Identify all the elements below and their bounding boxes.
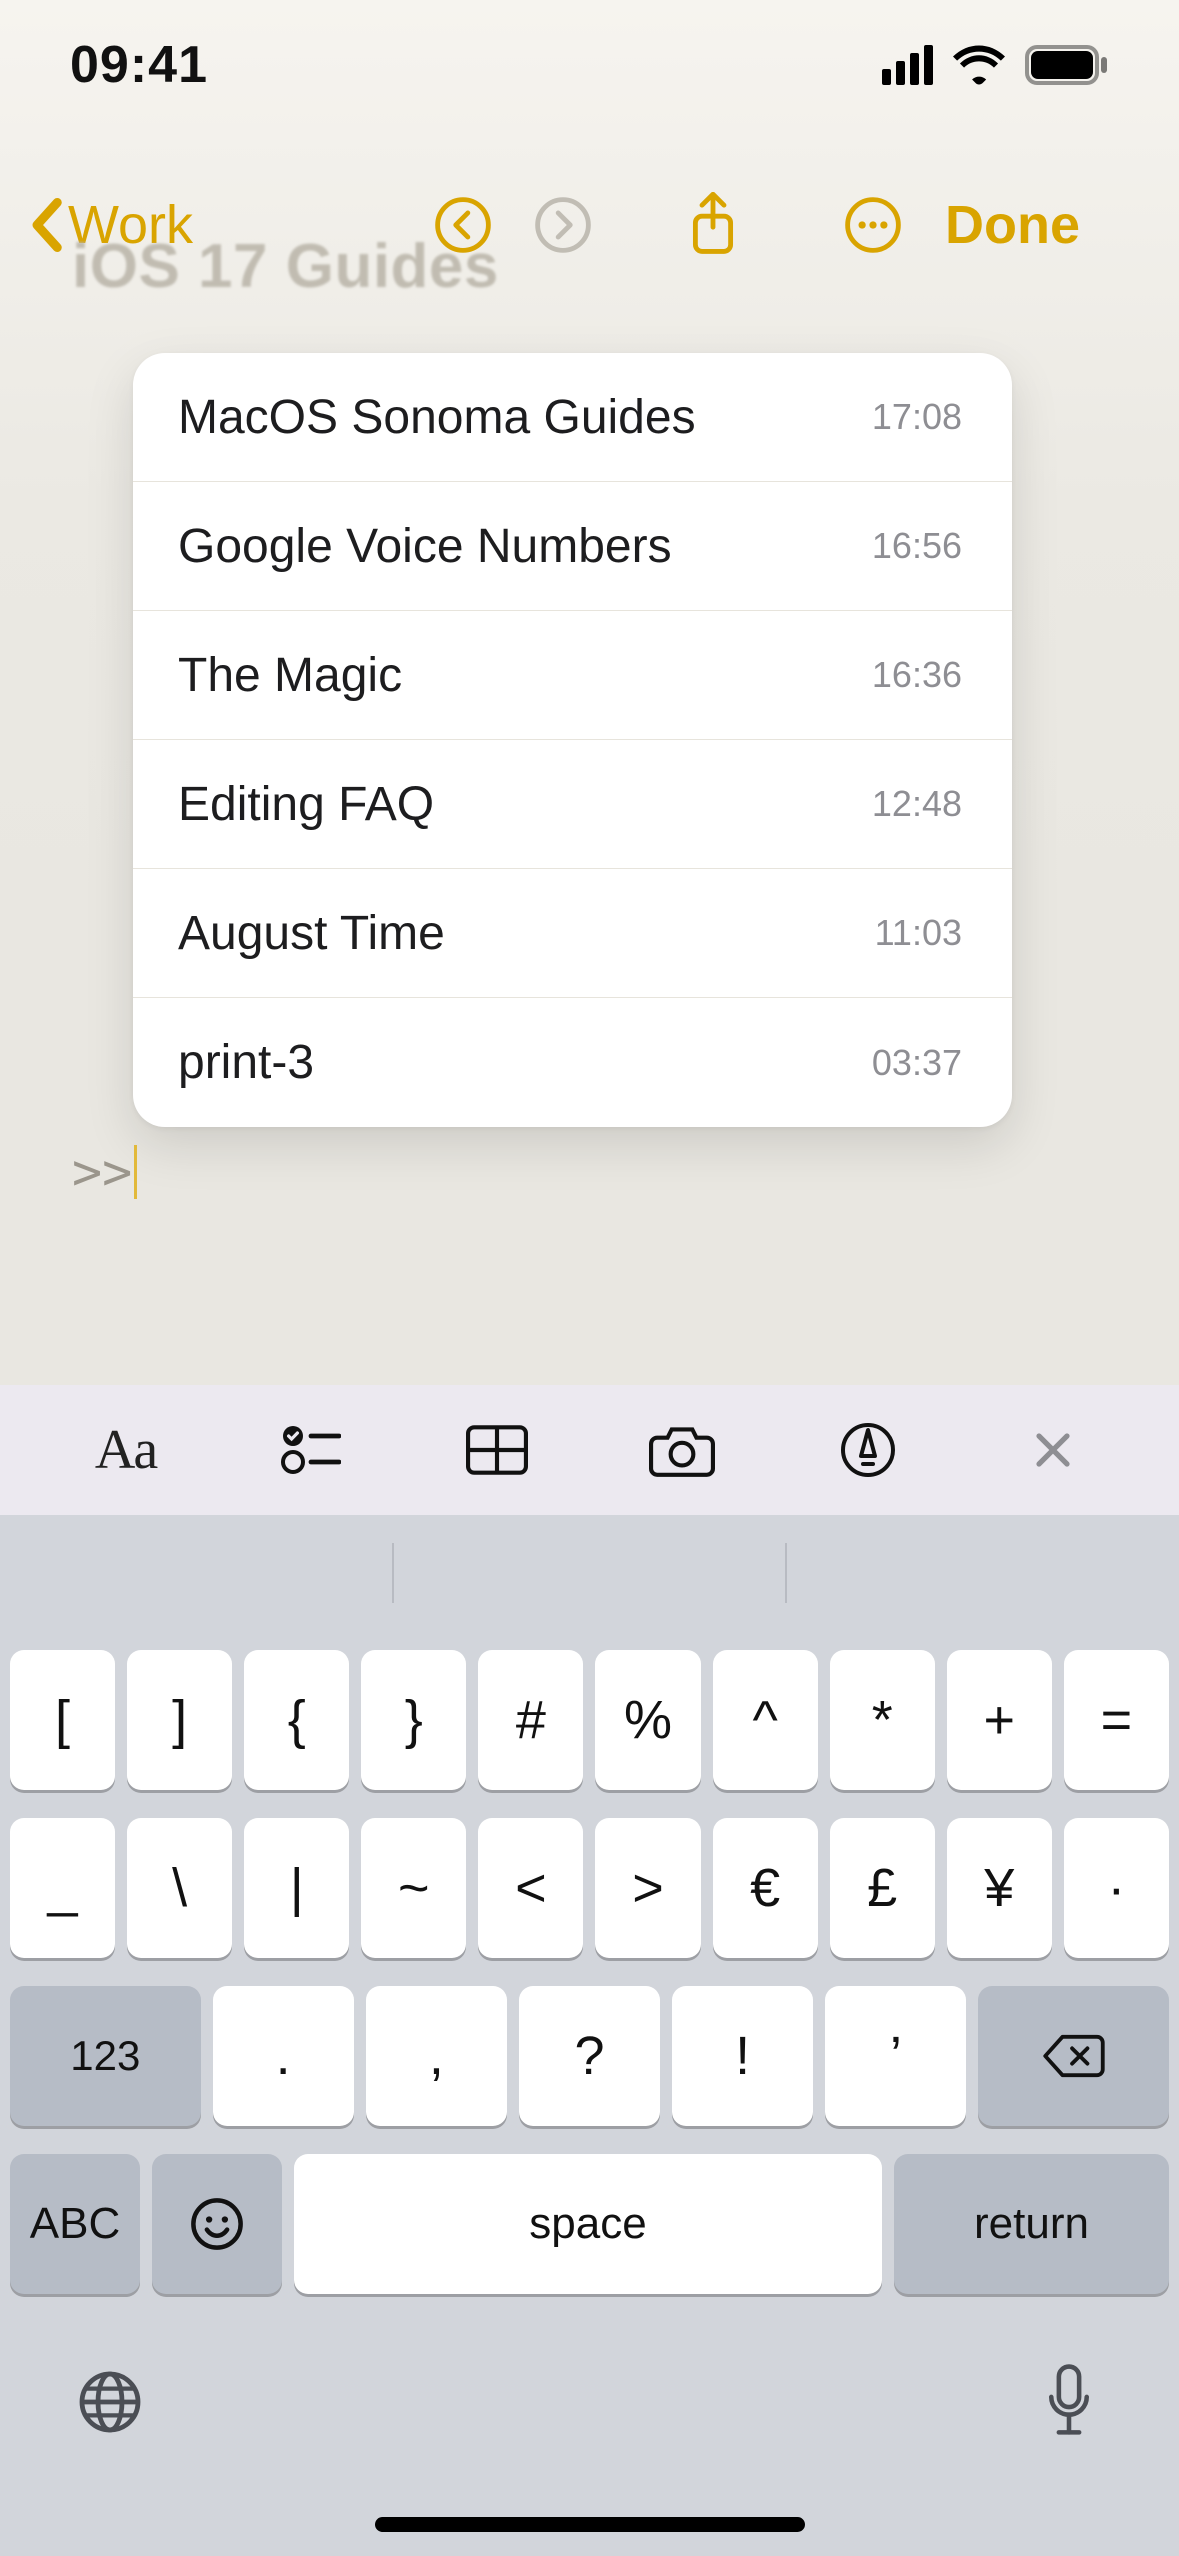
divider xyxy=(785,1543,787,1603)
home-indicator[interactable] xyxy=(375,2517,805,2532)
backspace-key[interactable] xyxy=(978,1986,1169,2126)
suggestion-time: 12:48 xyxy=(872,783,962,825)
key[interactable]: ] xyxy=(127,1650,232,1790)
key[interactable]: < xyxy=(478,1818,583,1958)
editor-current-line[interactable]: >> xyxy=(72,1143,137,1201)
divider xyxy=(392,1543,394,1603)
suggestion-time: 11:03 xyxy=(875,912,962,954)
key[interactable]: ~ xyxy=(361,1818,466,1958)
globe-key[interactable] xyxy=(70,2362,150,2442)
key[interactable]: # xyxy=(478,1650,583,1790)
key[interactable]: _ xyxy=(10,1818,115,1958)
suggestion-time: 16:36 xyxy=(872,654,962,696)
key[interactable]: = xyxy=(1064,1650,1169,1790)
keyboard: [ ] { } # % ^ * + = _ \ | ~ < > € £ ¥ · … xyxy=(0,1630,1179,2556)
key[interactable]: + xyxy=(947,1650,1052,1790)
suggestion-row[interactable]: MacOS Sonoma Guides 17:08 xyxy=(133,353,1012,482)
status-time: 09:41 xyxy=(70,35,208,95)
suggestion-time: 16:56 xyxy=(872,525,962,567)
link-suggestions-popover: MacOS Sonoma Guides 17:08 Google Voice N… xyxy=(133,353,1012,1127)
key[interactable]: ! xyxy=(672,1986,813,2126)
keyboard-row-1: [ ] { } # % ^ * + = xyxy=(10,1650,1169,1790)
suggestion-title: Google Voice Numbers xyxy=(178,519,672,574)
suggestion-title: August Time xyxy=(178,906,445,961)
suggestion-time: 17:08 xyxy=(872,396,962,438)
suggestion-title: The Magic xyxy=(178,648,402,703)
keyboard-row-4: ABC space return xyxy=(10,2154,1169,2294)
status-right xyxy=(882,45,1109,85)
note-title-ghost: iOS 17 Guides xyxy=(72,231,499,302)
dictation-key[interactable] xyxy=(1029,2362,1109,2442)
line-prefix: >> xyxy=(72,1143,132,1201)
camera-button[interactable] xyxy=(612,1400,752,1500)
suggestion-strip xyxy=(0,1515,1179,1630)
more-button[interactable] xyxy=(823,175,923,275)
suggestion-row[interactable]: Google Voice Numbers 16:56 xyxy=(133,482,1012,611)
suggestion-row[interactable]: print-3 03:37 xyxy=(133,998,1012,1127)
share-button[interactable] xyxy=(663,175,763,275)
suggestion-time: 03:37 xyxy=(872,1042,962,1084)
done-button[interactable]: Done xyxy=(945,194,1080,256)
key[interactable]: ? xyxy=(519,1986,660,2126)
key[interactable]: * xyxy=(830,1650,935,1790)
keyboard-footer xyxy=(10,2322,1169,2462)
checklist-button[interactable] xyxy=(241,1400,381,1500)
key[interactable]: % xyxy=(595,1650,700,1790)
key[interactable]: £ xyxy=(830,1818,935,1958)
suggestion-title: MacOS Sonoma Guides xyxy=(178,390,696,445)
close-accessory-button[interactable] xyxy=(983,1400,1123,1500)
table-button[interactable] xyxy=(427,1400,567,1500)
accessory-toolbar: Aa xyxy=(0,1385,1179,1515)
key[interactable]: | xyxy=(244,1818,349,1958)
key[interactable]: { xyxy=(244,1650,349,1790)
key[interactable]: [ xyxy=(10,1650,115,1790)
key[interactable]: > xyxy=(595,1818,700,1958)
numeric-key[interactable]: 123 xyxy=(10,1986,201,2126)
format-button[interactable]: Aa xyxy=(56,1400,196,1500)
keyboard-row-3: 123 . , ? ! ’ xyxy=(10,1986,1169,2126)
key[interactable]: ¥ xyxy=(947,1818,1052,1958)
key[interactable]: ^ xyxy=(713,1650,818,1790)
battery-icon xyxy=(1025,45,1109,85)
emoji-key[interactable] xyxy=(152,2154,282,2294)
space-key[interactable]: space xyxy=(294,2154,882,2294)
text-cursor xyxy=(134,1145,137,1199)
return-key[interactable]: return xyxy=(894,2154,1169,2294)
key[interactable]: € xyxy=(713,1818,818,1958)
key[interactable]: . xyxy=(213,1986,354,2126)
markup-button[interactable] xyxy=(798,1400,938,1500)
suggestion-title: Editing FAQ xyxy=(178,777,434,832)
suggestion-row[interactable]: Editing FAQ 12:48 xyxy=(133,740,1012,869)
key[interactable]: ’ xyxy=(825,1986,966,2126)
abc-key[interactable]: ABC xyxy=(10,2154,140,2294)
status-bar: 09:41 xyxy=(0,0,1179,130)
keyboard-row-2: _ \ | ~ < > € £ ¥ · xyxy=(10,1818,1169,1958)
suggestion-title: print-3 xyxy=(178,1035,314,1090)
cellular-icon xyxy=(882,45,933,85)
key[interactable]: } xyxy=(361,1650,466,1790)
redo-button xyxy=(513,175,613,275)
key[interactable]: , xyxy=(366,1986,507,2126)
wifi-icon xyxy=(953,45,1005,85)
suggestion-row[interactable]: The Magic 16:36 xyxy=(133,611,1012,740)
key[interactable]: \ xyxy=(127,1818,232,1958)
key[interactable]: · xyxy=(1064,1818,1169,1958)
suggestion-row[interactable]: August Time 11:03 xyxy=(133,869,1012,998)
